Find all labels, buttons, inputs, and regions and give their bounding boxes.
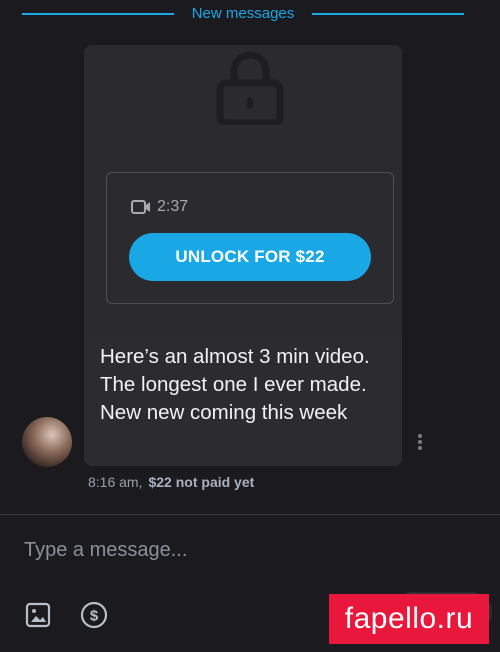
price-status: $22 not paid yet <box>148 474 255 490</box>
video-camera-icon <box>131 200 150 214</box>
svg-text:$: $ <box>90 608 99 625</box>
composer-divider <box>0 514 500 515</box>
video-duration: 2:37 <box>157 198 189 215</box>
divider-line-right <box>312 13 464 15</box>
message-input[interactable] <box>22 534 466 566</box>
message-text: Here’s an almost 3 min video. The longes… <box>100 345 370 424</box>
more-vert-icon[interactable] <box>412 432 428 452</box>
message-time: 8:16 am, <box>88 474 143 490</box>
unlock-button[interactable]: UNLOCK FOR $22 <box>129 233 371 281</box>
message-bubble: 2:37 UNLOCK FOR $22 Here’s an almost 3 m… <box>84 45 402 466</box>
video-info: 2:37 <box>131 197 188 217</box>
avatar[interactable] <box>22 417 72 467</box>
locked-media-preview: 2:37 UNLOCK FOR $22 <box>84 45 402 335</box>
dollar-circle-icon[interactable]: $ <box>80 601 108 629</box>
lock-icon <box>216 51 284 125</box>
watermark-logo: fapello.ru <box>329 594 489 644</box>
new-messages-divider: New messages <box>0 0 500 28</box>
message-meta: 8:16 am, $22 not paid yet <box>88 474 254 490</box>
locked-content-box: 2:37 UNLOCK FOR $22 <box>106 172 394 304</box>
image-icon[interactable] <box>24 601 52 629</box>
